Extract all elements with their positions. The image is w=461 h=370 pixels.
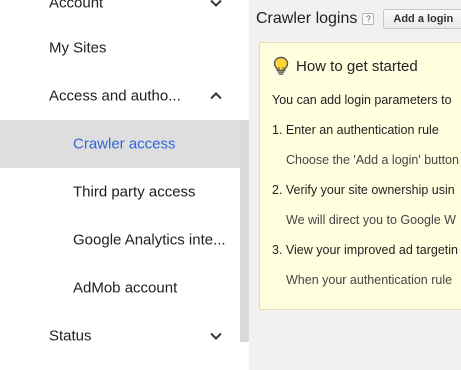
sidebar-item-label: Third party access — [73, 183, 196, 201]
step-heading: 3. View your improved ad targetin — [272, 243, 458, 257]
sidebar-scrollbar[interactable] — [240, 120, 249, 342]
sidebar-item-access-and-authorization[interactable]: Access and autho... — [0, 72, 240, 120]
sidebar-item-my-sites[interactable]: My Sites — [0, 24, 240, 72]
sidebar-item-label: Access and autho... — [49, 87, 181, 105]
step-heading: 2. Verify your site ownership usin — [272, 183, 455, 197]
step-detail: We will direct you to Google W — [286, 213, 456, 227]
help-icon[interactable]: ? — [362, 13, 375, 25]
add-login-button[interactable]: Add a login — [383, 9, 461, 29]
step-heading: 1. Enter an authentication rule — [272, 123, 439, 137]
chevron-down-icon[interactable] — [206, 326, 226, 346]
chevron-down-icon[interactable] — [206, 0, 226, 13]
sidebar-item-admob-account[interactable]: AdMob account — [0, 264, 240, 312]
step-detail: Choose the 'Add a login' button — [286, 153, 459, 167]
getting-started-panel: How to get started You can add login par… — [259, 42, 461, 310]
page-title: Crawler logins — [256, 10, 358, 27]
sidebar: Account My Sites Access and autho... Cra… — [0, 0, 249, 370]
sidebar-item-third-party-access[interactable]: Third party access — [0, 168, 240, 216]
lightbulb-icon — [273, 56, 289, 75]
step-detail: When your authentication rule — [286, 273, 453, 287]
panel-intro: You can add login parameters to — [272, 93, 452, 107]
sidebar-item-label: AdMob account — [73, 279, 178, 297]
panel-title: How to get started — [296, 57, 418, 75]
sidebar-item-status[interactable]: Status — [0, 312, 240, 360]
sidebar-item-label: My Sites — [49, 39, 107, 57]
page-header: Crawler logins ? Add a login — [256, 9, 461, 29]
sidebar-item-label: Status — [49, 327, 92, 345]
panel-header: How to get started — [272, 56, 418, 76]
sidebar-item-crawler-access[interactable]: Crawler access — [0, 120, 240, 168]
sidebar-item-google-analytics[interactable]: Google Analytics inte... — [0, 216, 240, 264]
chevron-up-icon[interactable] — [206, 86, 226, 106]
sidebar-item-account[interactable]: Account — [0, 0, 240, 27]
sidebar-item-label: Google Analytics inte... — [73, 231, 226, 249]
sidebar-item-label: Account — [49, 0, 104, 12]
main-content: Crawler logins ? Add a login How to get … — [249, 0, 461, 370]
sidebar-item-label: Crawler access — [73, 135, 176, 153]
